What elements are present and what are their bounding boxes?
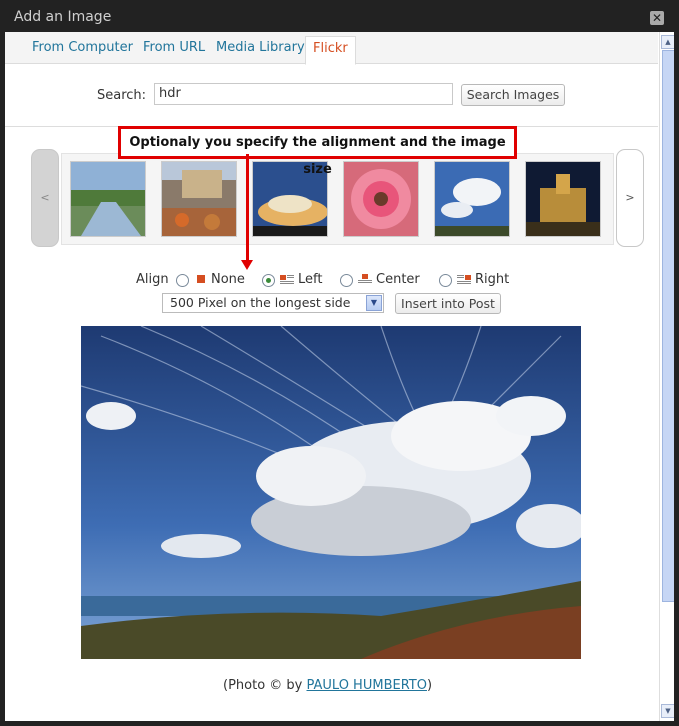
thumbnail-clouds[interactable] — [434, 161, 510, 237]
thumbnail-river[interactable] — [70, 161, 146, 237]
align-center-label[interactable]: Center — [376, 272, 420, 287]
tab-from-computer[interactable]: From Computer — [32, 40, 133, 55]
tab-bar: From Computer From URL Media Library Fli… — [5, 32, 658, 65]
gallery-prev-button[interactable]: < — [31, 149, 59, 247]
align-left-icon — [280, 275, 294, 284]
credit-suffix: ) — [426, 678, 433, 693]
scroll-up-icon[interactable]: ▲ — [661, 35, 674, 49]
image-size-select[interactable]: 500 Pixel on the longest side ▼ — [162, 293, 384, 313]
annotation-arrowhead — [241, 260, 253, 270]
thumbnail-strip — [61, 153, 614, 245]
dialog-titlebar: Add an Image ✕ — [0, 0, 679, 32]
tab-from-url[interactable]: From URL — [143, 40, 205, 55]
thumbnail-flower[interactable] — [343, 161, 419, 237]
thumbnail-palace[interactable] — [525, 161, 601, 237]
dialog-content: From Computer From URL Media Library Fli… — [5, 32, 674, 721]
align-right-icon — [457, 275, 471, 284]
image-size-value: 500 Pixel on the longest side — [170, 295, 351, 310]
align-none-radio[interactable] — [176, 274, 189, 287]
insert-into-post-button[interactable]: Insert into Post — [395, 293, 501, 314]
annotation-arrow — [246, 154, 249, 264]
align-left-radio[interactable] — [262, 274, 275, 287]
close-icon[interactable]: ✕ — [650, 11, 664, 25]
credit-prefix: (Photo © by — [223, 678, 307, 693]
tab-flickr[interactable]: Flickr — [305, 36, 356, 65]
tab-media-library[interactable]: Media Library — [216, 40, 305, 55]
search-label: Search: — [97, 88, 147, 103]
align-right-label[interactable]: Right — [475, 272, 509, 287]
dialog-title: Add an Image — [14, 9, 112, 25]
chevron-down-icon[interactable]: ▼ — [366, 295, 382, 311]
align-none-icon — [197, 275, 205, 283]
align-right-radio[interactable] — [439, 274, 452, 287]
align-center-radio[interactable] — [340, 274, 353, 287]
align-center-icon — [358, 274, 372, 283]
align-label: Align — [136, 272, 169, 287]
scrollbar-thumb[interactable] — [662, 50, 674, 602]
add-image-dialog: Add an Image ✕ From Computer From URL Me… — [0, 0, 679, 726]
align-left-label[interactable]: Left — [298, 272, 322, 287]
vertical-scrollbar[interactable]: ▲ ▼ — [659, 32, 674, 721]
thumbnail-buildings[interactable] — [161, 161, 237, 237]
preview-image — [81, 326, 581, 659]
annotation-callout: Optionaly you specify the alignment and … — [118, 126, 517, 177]
photo-credit: (Photo © by PAULO HUMBERTO) — [223, 678, 432, 693]
gallery-next-button[interactable]: > — [616, 149, 644, 247]
search-images-button[interactable]: Search Images — [461, 84, 565, 106]
search-input[interactable]: hdr — [154, 83, 453, 105]
credit-author-link[interactable]: PAULO HUMBERTO — [307, 678, 427, 693]
align-none-label[interactable]: None — [211, 272, 245, 287]
scroll-down-icon[interactable]: ▼ — [661, 704, 674, 718]
